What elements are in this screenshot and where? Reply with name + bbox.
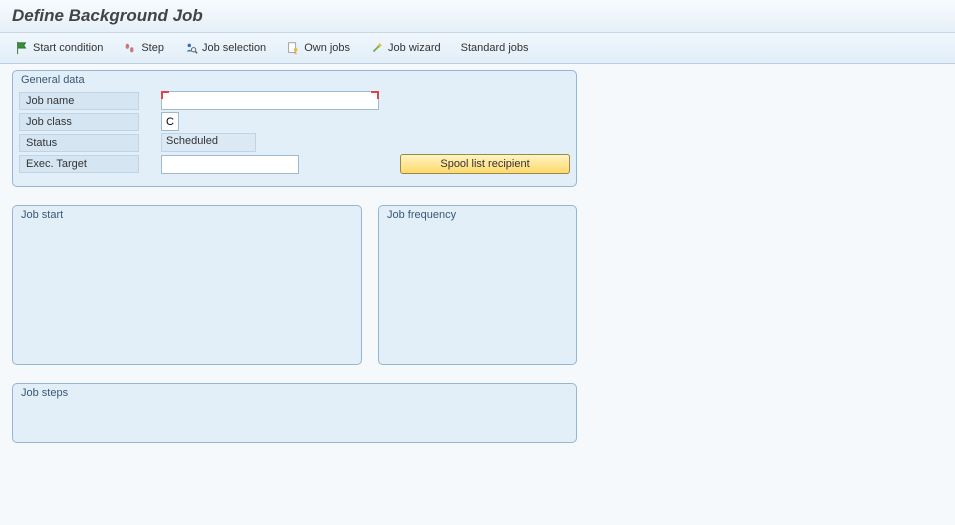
general-data-group: General data Job name Job class Status S… <box>12 70 577 187</box>
exec-target-input[interactable] <box>161 155 299 174</box>
toolbar: Start condition Step Job selection Own j… <box>0 33 955 64</box>
row-job-class: Job class <box>19 112 570 131</box>
person-search-icon <box>184 41 198 55</box>
toolbar-label: Job wizard <box>388 42 441 54</box>
document-person-icon <box>286 41 300 55</box>
footsteps-icon <box>123 41 137 55</box>
job-steps-body <box>13 402 576 430</box>
job-frequency-body <box>379 224 576 354</box>
job-start-body <box>13 224 361 354</box>
spool-list-recipient-button[interactable]: Spool list recipient <box>400 154 570 174</box>
label-job-class: Job class <box>19 113 139 131</box>
page-header: Define Background Job <box>0 0 955 33</box>
step-button[interactable]: Step <box>120 39 167 57</box>
row-job-name: Job name <box>19 91 570 110</box>
toolbar-label: Standard jobs <box>461 42 529 54</box>
row-start-frequency: Job start Job frequency <box>12 205 943 383</box>
status-value: Scheduled <box>161 133 256 152</box>
content-area: General data Job name Job class Status S… <box>0 64 955 467</box>
job-wizard-button[interactable]: Job wizard <box>367 39 444 57</box>
row-status: Status Scheduled <box>19 133 570 152</box>
row-exec-target: Exec. Target Spool list recipient <box>19 154 570 174</box>
job-name-input[interactable] <box>161 91 379 110</box>
group-legend: Job steps <box>13 384 576 402</box>
job-selection-button[interactable]: Job selection <box>181 39 269 57</box>
group-legend: Job frequency <box>379 206 576 224</box>
job-frequency-group: Job frequency <box>378 205 577 365</box>
flag-icon <box>15 41 29 55</box>
standard-jobs-button[interactable]: Standard jobs <box>458 40 532 56</box>
toolbar-label: Own jobs <box>304 42 350 54</box>
job-class-input[interactable] <box>161 112 179 131</box>
required-marker <box>161 91 379 110</box>
start-condition-button[interactable]: Start condition <box>12 39 106 57</box>
wand-icon <box>370 41 384 55</box>
general-body: Job name Job class Status Scheduled Exec… <box>13 89 576 186</box>
group-legend: Job start <box>13 206 361 224</box>
label-status: Status <box>19 134 139 152</box>
own-jobs-button[interactable]: Own jobs <box>283 39 353 57</box>
group-legend: General data <box>13 71 576 89</box>
toolbar-label: Step <box>141 42 164 54</box>
job-steps-group: Job steps <box>12 383 577 443</box>
label-exec-target: Exec. Target <box>19 155 139 173</box>
toolbar-label: Job selection <box>202 42 266 54</box>
toolbar-label: Start condition <box>33 42 103 54</box>
job-start-group: Job start <box>12 205 362 365</box>
page-title: Define Background Job <box>12 6 943 26</box>
label-job-name: Job name <box>19 92 139 110</box>
